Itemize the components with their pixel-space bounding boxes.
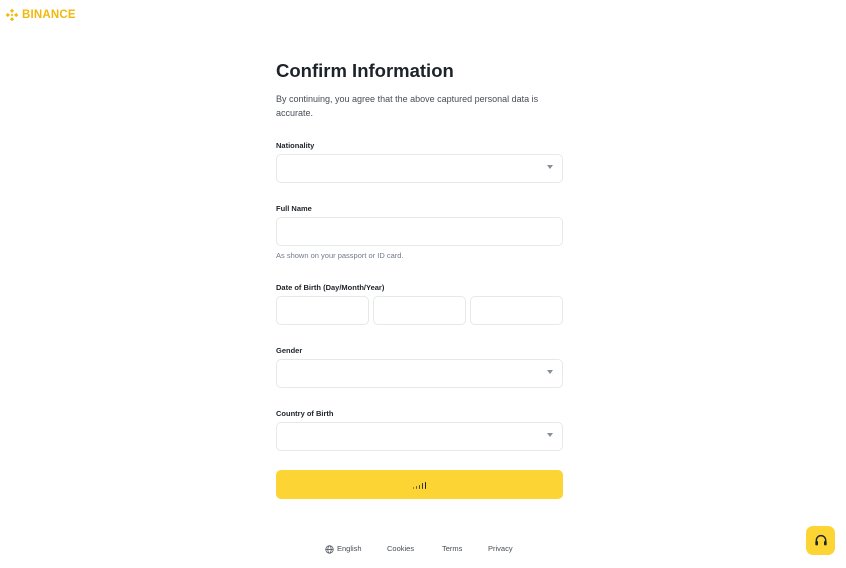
language-label: English [337,544,362,553]
language-selector[interactable]: English [325,544,362,554]
headset-icon [814,534,827,545]
nationality-select[interactable] [276,154,563,183]
full-name-input[interactable] [276,217,563,246]
footer: English Cookies Terms Privacy [0,544,846,556]
dob-label: Date of Birth (Day/Month/Year) [276,283,385,292]
support-chat-button[interactable] [806,526,835,555]
country-of-birth-select[interactable] [276,422,563,451]
page-subtitle: By continuing, you agree that the above … [276,94,539,118]
chevron-down-icon [547,433,553,437]
globe-icon [325,544,334,554]
dob-month-input[interactable] [373,296,466,325]
brand-name: BINANCE [22,9,76,21]
confirm-info-header: Confirm Information By continuing, you a… [276,60,563,120]
dob-day-input[interactable] [276,296,369,325]
chevron-down-icon [547,370,553,374]
cookies-link[interactable]: Cookies [387,544,414,554]
full-name-label: Full Name [276,204,312,213]
page-title: Confirm Information [276,60,454,81]
gender-select[interactable] [276,359,563,388]
country-of-birth-label: Country of Birth [276,409,334,418]
full-name-hint: As shown on your passport or ID card. [276,251,404,260]
nationality-label: Nationality [276,141,315,150]
confirm-button[interactable] [276,470,563,499]
terms-link[interactable]: Terms [442,544,462,554]
loading-spinner-icon [412,481,427,489]
privacy-link[interactable]: Privacy [488,544,513,554]
binance-diamond-icon [5,8,19,22]
dob-year-input[interactable] [470,296,563,325]
binance-logo[interactable]: BINANCE [5,8,76,22]
gender-label: Gender [276,346,303,355]
chevron-down-icon [547,165,553,169]
